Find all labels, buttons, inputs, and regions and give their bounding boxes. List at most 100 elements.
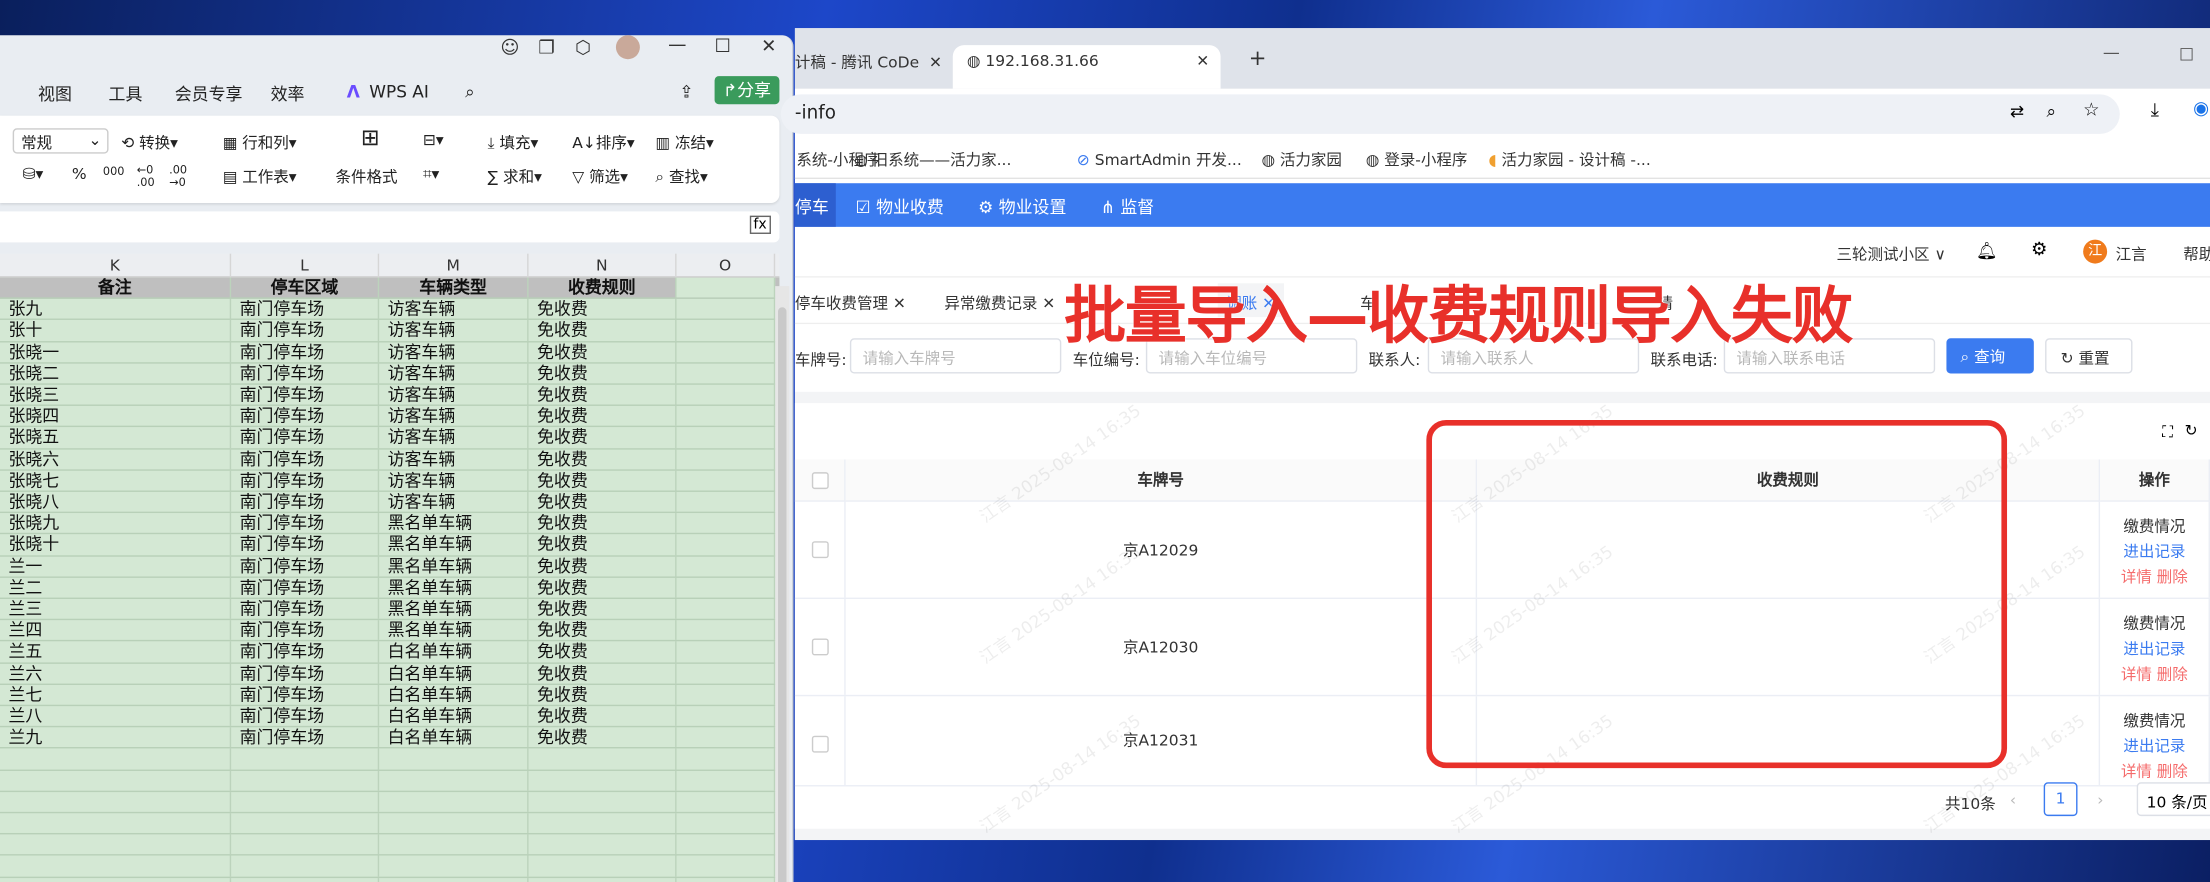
sheet-cell[interactable]	[0, 791, 232, 812]
sheet-cell[interactable]: 张九	[0, 299, 232, 320]
sheet-cell[interactable]: 收费规则	[529, 277, 677, 298]
sheet-cell[interactable]: 白名单车辆	[379, 727, 529, 748]
sheet-cell[interactable]	[677, 513, 776, 534]
cond-format-icon[interactable]: ⊞	[361, 124, 380, 151]
sheet-cell[interactable]	[379, 748, 529, 769]
sheet-cell[interactable]	[677, 599, 776, 620]
bell-icon[interactable]: 🔔︎	[1976, 241, 1997, 261]
sheet-cell[interactable]	[529, 877, 677, 882]
sheet-cell[interactable]: 兰五	[0, 641, 232, 662]
delete-link[interactable]: 删除	[2157, 763, 2188, 781]
sheet-cell[interactable]	[379, 856, 529, 877]
sheet-cell[interactable]: 访客车辆	[379, 299, 529, 320]
sheet-cell[interactable]: 张晓四	[0, 406, 232, 427]
sheet-cell[interactable]: 兰四	[0, 620, 232, 641]
sheet-cell[interactable]: 张十	[0, 320, 232, 341]
row-checkbox[interactable]	[811, 735, 829, 753]
rows-cols-button[interactable]: ▦ 行和列▾	[223, 131, 297, 154]
new-tab-button[interactable]: +	[1249, 45, 1267, 70]
sheet-cell[interactable]: 访客车辆	[379, 384, 529, 405]
sheet-cell[interactable]	[677, 534, 776, 555]
sheet-cell[interactable]: 免收费	[529, 706, 677, 727]
sheet-cell[interactable]: 访客车辆	[379, 449, 529, 470]
nav-property-settings[interactable]: ⚙ 物业设置	[978, 195, 1066, 219]
nav-supervision[interactable]: ⋔ 监督	[1101, 195, 1154, 219]
sheet-cell[interactable]: 南门停车场	[231, 706, 380, 727]
bookmark-2[interactable]: ◍ 旧系统——活力家...	[854, 148, 1011, 171]
sheet-cell[interactable]	[0, 877, 232, 882]
find-button[interactable]: ⌕ 查找▾	[655, 165, 707, 188]
refresh-icon[interactable]: ↻	[2185, 421, 2198, 439]
sheet-cell[interactable]: 南门停车场	[231, 684, 380, 705]
tab-abnormal-payment[interactable]: 异常缴费记录 ✕	[944, 292, 1055, 315]
translate-icon[interactable]: ⇄	[2010, 101, 2024, 121]
sheet-cell[interactable]	[529, 856, 677, 877]
sheet-cell[interactable]	[676, 277, 776, 298]
detail-link[interactable]: 详情	[2121, 568, 2152, 586]
sheet-cell[interactable]	[677, 470, 776, 491]
download-icon[interactable]: ⤓	[2151, 100, 2159, 121]
search-icon[interactable]: ⌕	[465, 82, 474, 103]
sheet-cell[interactable]: 南门停车场	[231, 641, 380, 662]
sheet-cell[interactable]: 黑名单车辆	[379, 513, 529, 534]
sheet-cell[interactable]	[677, 577, 776, 598]
worksheet-button[interactable]: ▤ 工作表▾	[223, 165, 297, 188]
avatar[interactable]: 江	[2083, 239, 2108, 264]
sheet-cell[interactable]: 兰二	[0, 577, 232, 598]
sheet-cell[interactable]	[231, 748, 380, 769]
sheet-cell[interactable]: 免收费	[529, 684, 677, 705]
sheet-cell[interactable]: 免收费	[529, 727, 677, 748]
sheet-cell[interactable]: 访客车辆	[379, 341, 529, 362]
sheet-cell[interactable]: 南门停车场	[231, 534, 380, 555]
number-format-select[interactable]: 常规 ⌄	[12, 128, 109, 154]
sheet-cell[interactable]: 免收费	[529, 363, 677, 384]
page-1-button[interactable]: 1	[2043, 782, 2078, 817]
reset-button[interactable]: ↻ 重置	[2045, 338, 2133, 374]
menu-member[interactable]: 会员专享	[175, 82, 243, 106]
avatar[interactable]	[615, 35, 640, 60]
sheet-cell[interactable]: 免收费	[529, 599, 677, 620]
sheet-cell[interactable]: 南门停车场	[231, 449, 380, 470]
sheet-cell[interactable]: 免收费	[529, 299, 677, 320]
scrollbar-thumb[interactable]	[778, 307, 787, 882]
sheet-cell[interactable]: 访客车辆	[379, 320, 529, 341]
sheet-cell[interactable]: 免收费	[529, 556, 677, 577]
sheet-cell[interactable]: 访客车辆	[379, 427, 529, 448]
sheet-cell[interactable]: 兰一	[0, 556, 232, 577]
decrease-decimal-icon[interactable]: .00 →0	[169, 163, 187, 188]
bookmark-5[interactable]: ◍ 登录-小程序	[1366, 148, 1468, 171]
sheet-cell[interactable]	[231, 770, 380, 791]
maximize-icon[interactable]: ☐	[715, 37, 731, 58]
sheet-cell[interactable]: 张晓七	[0, 470, 232, 491]
sheet-cell[interactable]: 免收费	[529, 620, 677, 641]
sheet-cell[interactable]	[677, 363, 776, 384]
column-header-k[interactable]: K	[0, 253, 232, 278]
sheet-cell[interactable]	[529, 770, 677, 791]
sheet-cell[interactable]: 南门停车场	[231, 491, 380, 512]
sheet-cell[interactable]	[677, 877, 776, 882]
sheet-cell[interactable]: 访客车辆	[379, 406, 529, 427]
sheet-cell[interactable]: 免收费	[529, 320, 677, 341]
row-checkbox[interactable]	[811, 541, 829, 559]
menu-view[interactable]: 视图	[38, 82, 72, 106]
sheet-cell[interactable]	[677, 427, 776, 448]
sort-button[interactable]: A↓排序▾	[572, 131, 634, 154]
sheet-cell[interactable]: 南门停车场	[231, 384, 380, 405]
sheet-cell[interactable]: 张晓六	[0, 449, 232, 470]
fill-button[interactable]: ⤓ 填充▾	[488, 131, 539, 154]
sheet-cell[interactable]	[379, 834, 529, 855]
sheet-cell[interactable]: 南门停车场	[231, 513, 380, 534]
user-name[interactable]: 江言	[2116, 242, 2147, 265]
sheet-cell[interactable]	[677, 620, 776, 641]
sheet-cell[interactable]: 黑名单车辆	[379, 620, 529, 641]
sheet-cell[interactable]: 白名单车辆	[379, 684, 529, 705]
sheet-cell[interactable]: 兰七	[0, 684, 232, 705]
payment-status-link[interactable]: 缴费情况	[2100, 709, 2209, 732]
menu-efficiency[interactable]: 效率	[271, 82, 305, 106]
ai-assistant-icon[interactable]: ☺	[500, 38, 519, 59]
profile-icon[interactable]: ◉	[2193, 99, 2209, 120]
bookmark-3[interactable]: ⊘ SmartAdmin 开发...	[1077, 148, 1242, 171]
sum-button[interactable]: ∑ 求和▾	[488, 165, 542, 188]
detail-link[interactable]: 详情	[2121, 763, 2152, 781]
detail-link[interactable]: 详情	[2121, 665, 2152, 683]
